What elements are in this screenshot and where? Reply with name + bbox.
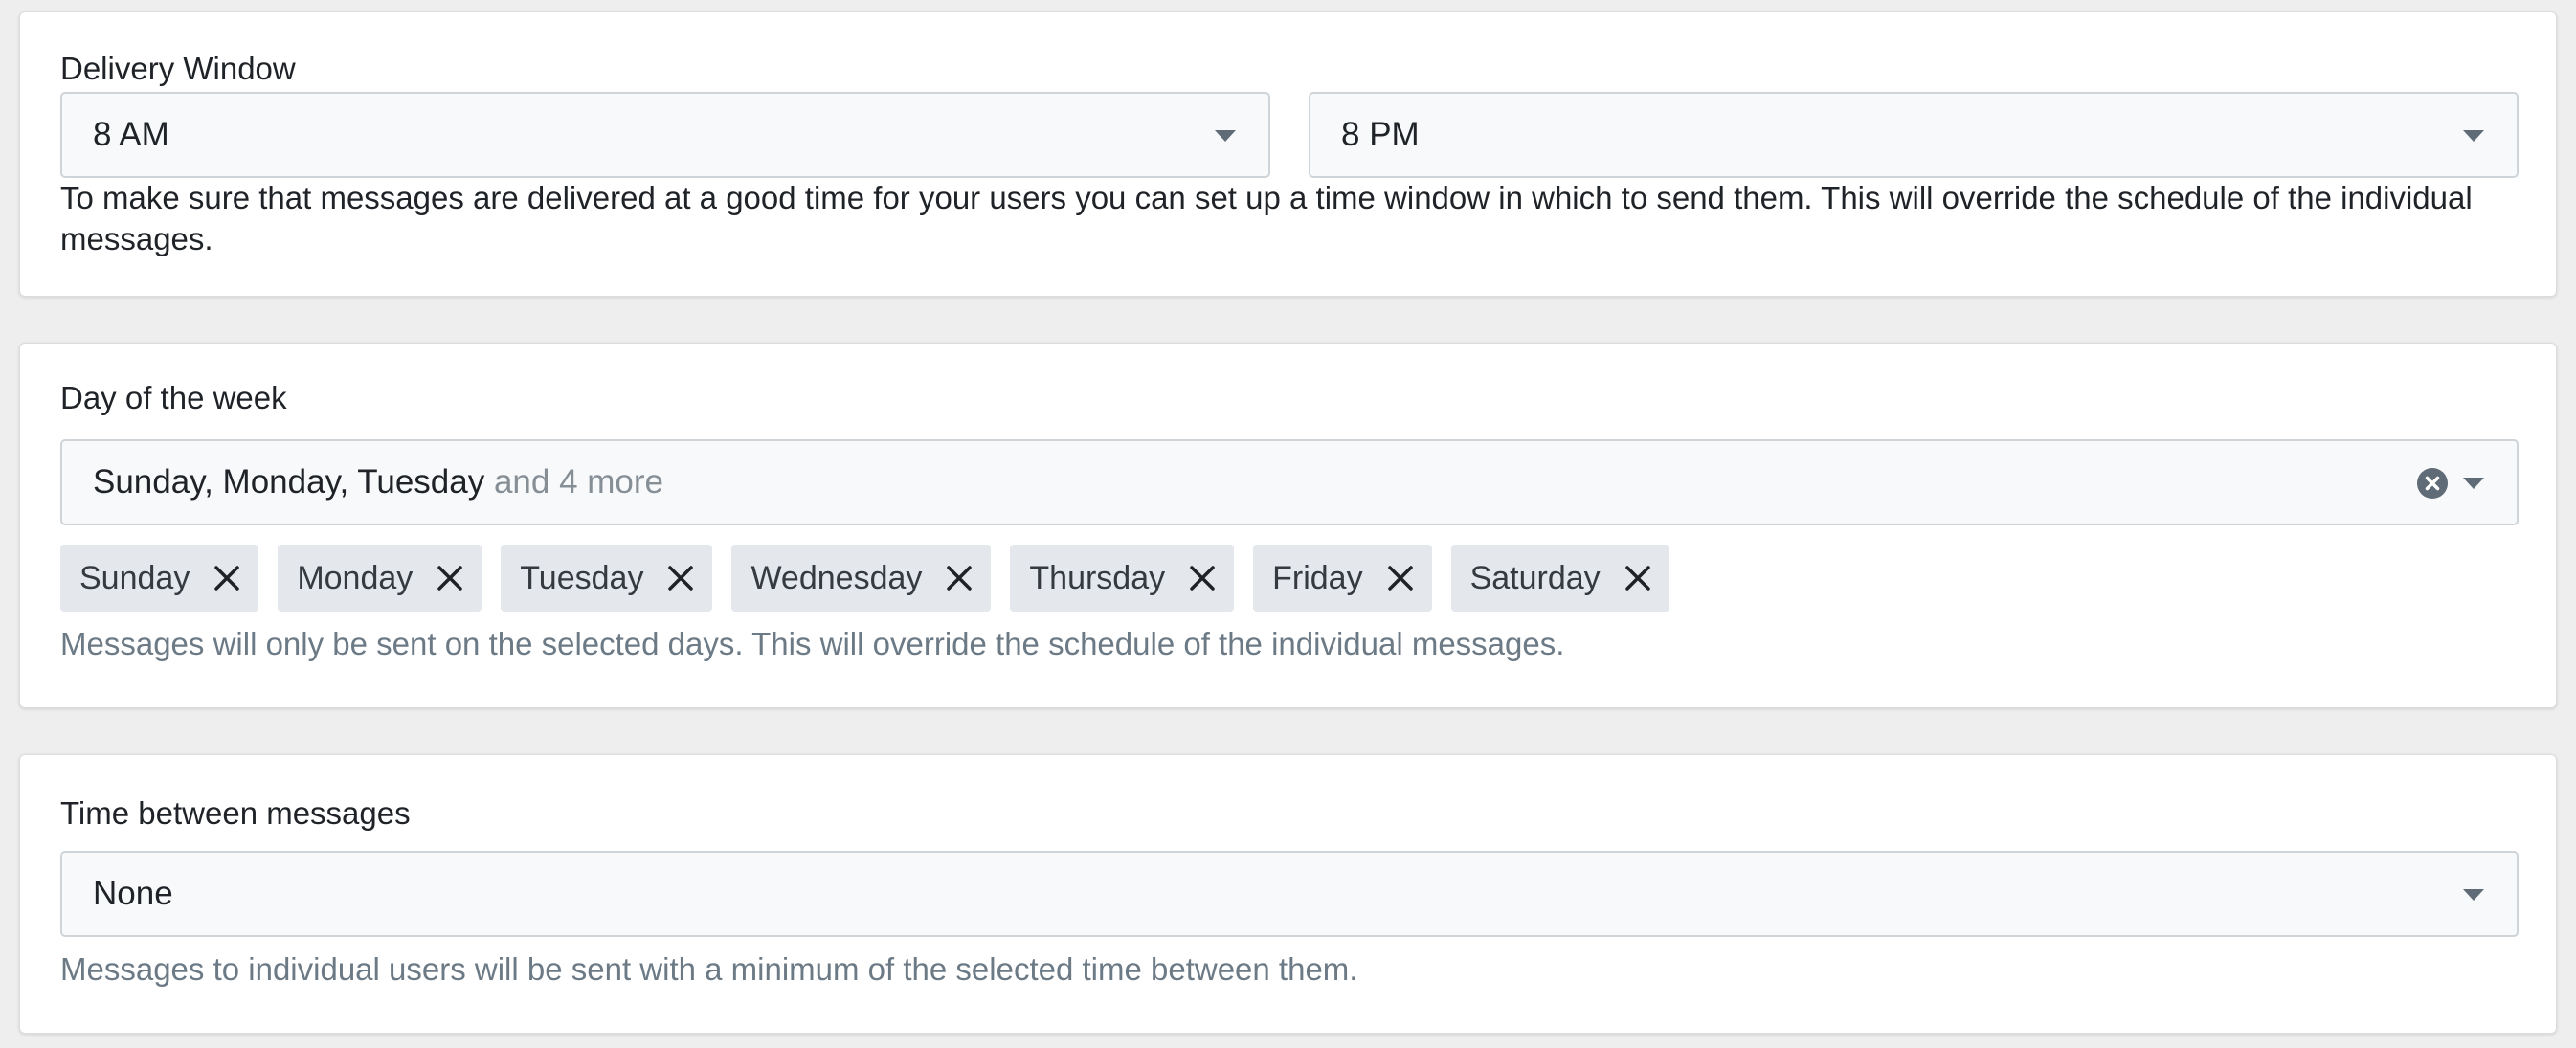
tag-sunday: Sunday <box>60 545 259 612</box>
delivery-end-value: 8 PM <box>1341 116 1420 153</box>
tag-label: Thursday <box>1029 559 1166 596</box>
chevron-down-icon <box>2463 478 2484 489</box>
chevron-down-icon <box>2463 130 2484 142</box>
tag-friday: Friday <box>1253 545 1432 612</box>
tag-label: Wednesday <box>750 559 923 596</box>
tag-saturday: Saturday <box>1450 545 1669 612</box>
delivery-window-help: To make sure that messages are delivered… <box>60 180 2473 256</box>
tag-monday: Monday <box>278 545 482 612</box>
time-between-help: Messages to individual users will be sen… <box>60 951 1358 987</box>
clear-circle-icon[interactable] <box>2417 468 2448 499</box>
delivery-window-card: Delivery Window 8 AM 8 PM To make sure t… <box>19 11 2557 297</box>
tag-thursday: Thursday <box>1010 545 1235 612</box>
day-of-week-card: Day of the week Sunday, Monday, Tuesday … <box>19 343 2557 708</box>
delivery-start-select[interactable]: 8 AM <box>60 92 1270 178</box>
day-of-week-select[interactable]: Sunday, Monday, Tuesday and 4 more <box>60 439 2519 525</box>
tag-label: Tuesday <box>520 559 644 596</box>
close-icon[interactable] <box>1386 564 1415 592</box>
chevron-down-icon <box>1215 130 1236 142</box>
selected-days-tags: Sunday Monday Tuesday Wednesday Thursday… <box>60 545 1669 612</box>
tag-label: Sunday <box>79 559 190 596</box>
time-between-value: None <box>93 875 173 912</box>
delivery-end-select[interactable]: 8 PM <box>1309 92 2519 178</box>
close-icon[interactable] <box>945 564 974 592</box>
day-of-week-selected: Sunday, Monday, Tuesday <box>93 463 485 501</box>
day-of-week-summary: Sunday, Monday, Tuesday and 4 more <box>93 441 663 524</box>
close-icon[interactable] <box>666 564 695 592</box>
tag-label: Monday <box>297 559 414 596</box>
time-between-select[interactable]: None <box>60 851 2519 937</box>
tag-label: Saturday <box>1469 559 1601 596</box>
tag-tuesday: Tuesday <box>501 545 713 612</box>
close-icon[interactable] <box>1188 564 1217 592</box>
day-of-week-label: Day of the week <box>60 380 287 415</box>
time-between-label: Time between messages <box>60 795 411 831</box>
tag-wednesday: Wednesday <box>731 545 992 612</box>
close-icon[interactable] <box>213 564 241 592</box>
delivery-start-value: 8 AM <box>93 116 169 153</box>
chevron-down-icon <box>2463 889 2484 901</box>
time-between-card: Time between messages None Messages to i… <box>19 754 2557 1034</box>
delivery-window-label: Delivery Window <box>60 51 296 86</box>
tag-label: Friday <box>1272 559 1363 596</box>
day-of-week-help: Messages will only be sent on the select… <box>60 626 1565 661</box>
close-icon[interactable] <box>436 564 464 592</box>
close-icon[interactable] <box>1624 564 1652 592</box>
day-of-week-more: and 4 more <box>493 463 664 501</box>
